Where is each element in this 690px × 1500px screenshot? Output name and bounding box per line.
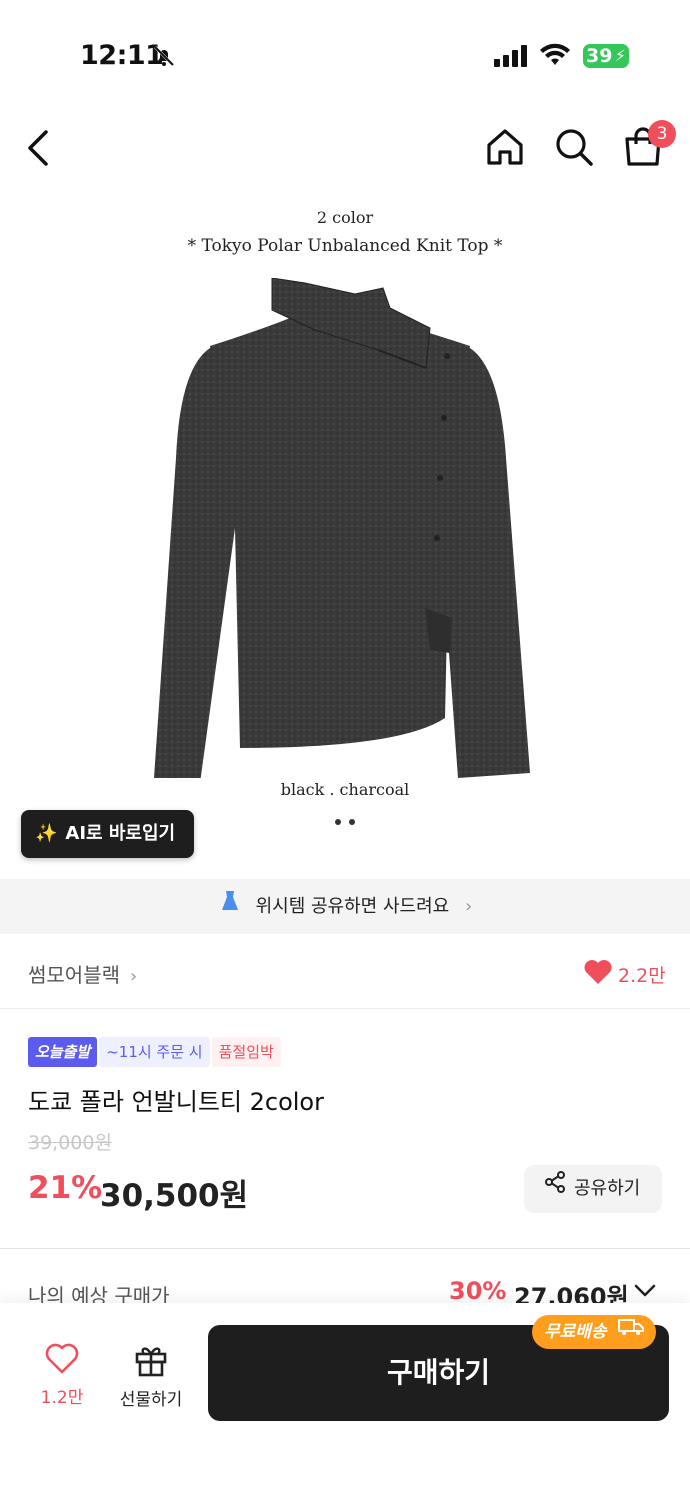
top-navigation: 3 <box>0 118 690 178</box>
gift-label: 선물하기 <box>119 1390 183 1410</box>
today-shipping-badge: 오늘출발 <box>28 1037 98 1067</box>
discount-rate: 21% <box>28 1170 103 1206</box>
share-icon <box>544 1164 566 1212</box>
battery-level: 39 <box>586 45 613 67</box>
bell-slash-icon <box>152 44 176 72</box>
back-chevron-icon[interactable] <box>24 128 54 172</box>
product-name: 도쿄 폴라 언발니트티 2color <box>28 1088 324 1116</box>
gift-icon <box>135 1347 167 1377</box>
gift-button[interactable]: 선물하기 <box>108 1343 194 1413</box>
wish-share-banner[interactable]: 위시템 공유하면 사드려요 › <box>0 879 690 934</box>
brand-like-count: 2.2만 <box>618 965 666 987</box>
home-icon[interactable] <box>484 126 526 172</box>
expected-discount-rate: 30% <box>449 1277 507 1305</box>
charging-bolt-icon: ⚡ <box>614 46 626 65</box>
carousel-dot <box>335 819 341 825</box>
share-button[interactable]: 공유하기 <box>524 1165 662 1213</box>
magic-wand-icon: ✨ <box>35 823 58 844</box>
ai-try-on-button[interactable]: ✨ AI로 바로입기 <box>21 810 194 858</box>
image-caption-color-count: 2 color <box>316 208 374 227</box>
wish-button[interactable]: 1.2만 <box>22 1343 102 1413</box>
wifi-icon <box>540 43 570 71</box>
order-cutoff-badge: ~11시 주문 시 <box>99 1037 210 1067</box>
chevron-right-icon: › <box>464 896 473 917</box>
search-icon[interactable] <box>553 126 595 172</box>
wish-share-label: 위시템 공유하면 사드려요 <box>255 896 450 917</box>
dress-icon <box>218 880 242 935</box>
knit-top-product-photo <box>154 278 530 778</box>
sale-price: 30,500원 <box>100 1178 249 1214</box>
bottom-action-bar: 1.2만 선물하기 구매하기 무료배송 <box>0 1303 690 1500</box>
section-divider <box>0 1248 690 1249</box>
almost-sold-out-badge: 품절임박 <box>211 1037 281 1067</box>
product-badges: 오늘출발 ~11시 주문 시 품절임박 <box>28 1037 283 1067</box>
heart-outline-icon <box>45 1343 79 1374</box>
image-caption-title: * Tokyo Polar Unbalanced Knit Top * <box>187 236 503 256</box>
delivery-truck-icon <box>618 1314 645 1348</box>
battery-indicator: 39 ⚡ <box>583 44 629 68</box>
share-label: 공유하기 <box>574 1178 641 1199</box>
carousel-dot <box>349 819 355 825</box>
chevron-right-icon: › <box>130 966 138 987</box>
brand-link[interactable]: 썸모어블랙 › <box>28 959 137 988</box>
ai-try-on-label: AI로 바로입기 <box>65 823 176 844</box>
status-time: 12:11 <box>80 40 164 71</box>
cellular-signal-icon <box>494 45 528 71</box>
original-price: 39,000원 <box>28 1132 112 1154</box>
product-image-carousel[interactable]: 2 color * Tokyo Polar Unbalanced Knit To… <box>0 190 690 880</box>
free-shipping-label: 무료배송 <box>544 1322 607 1342</box>
heart-icon[interactable] <box>584 959 612 989</box>
cart-count-badge: 3 <box>648 120 676 148</box>
brand-row: 썸모어블랙 › 2.2만 <box>0 935 690 1009</box>
free-shipping-badge: 무료배송 <box>532 1314 657 1349</box>
image-caption-colors: black . charcoal <box>280 780 410 799</box>
wish-count: 1.2만 <box>40 1388 84 1408</box>
brand-name: 썸모어블랙 <box>28 963 120 987</box>
chevron-down-icon[interactable] <box>633 1283 657 1303</box>
status-bar: 12:11 39 ⚡ <box>0 0 690 110</box>
